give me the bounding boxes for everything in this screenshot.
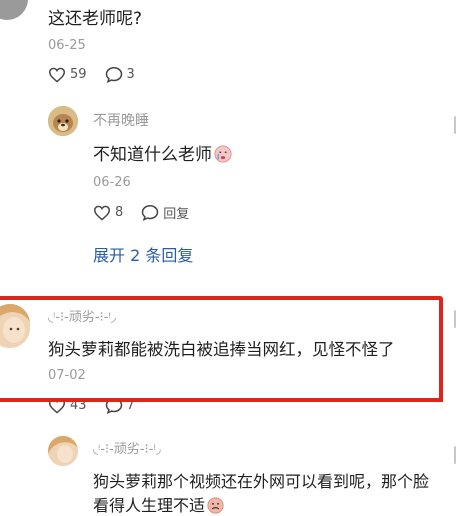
dog-face-icon: [48, 106, 78, 136]
avatar[interactable]: [48, 106, 78, 136]
avatar[interactable]: [48, 436, 78, 466]
like-count: 59: [70, 67, 87, 82]
reply-actions: 8 回复: [93, 203, 207, 222]
scrollbar-track[interactable]: [454, 310, 456, 328]
highlight-bottom-edge: [0, 398, 443, 402]
comment-username[interactable]: ◟ᵎ-⁝-顽劣-⁝-ᵎ◞: [48, 306, 116, 325]
comment-date: 06-25: [48, 38, 86, 53]
reply-text-content: 看得人生理不适: [93, 496, 206, 515]
expand-replies-link[interactable]: 展开 2 条回复: [93, 242, 193, 266]
reply-button[interactable]: 3: [105, 66, 135, 83]
comment-date: 07-02: [48, 368, 86, 383]
heart-icon: [48, 67, 66, 83]
scrollbar-track[interactable]: [454, 116, 456, 134]
reply-text-line-2: 看得人生理不适: [93, 492, 224, 516]
crying-face-icon: [214, 145, 232, 163]
heart-icon: [93, 205, 111, 221]
like-button[interactable]: 59: [48, 67, 87, 83]
comment-text: 这还老师呢?: [48, 9, 143, 29]
like-button[interactable]: 8: [93, 205, 123, 221]
sick-face-icon: [207, 497, 224, 514]
reply-date: 06-26: [93, 175, 131, 190]
reply-text-content: 不知道什么老师: [93, 145, 212, 165]
portrait-icon: [48, 436, 78, 466]
like-count: 8: [115, 205, 124, 220]
reply-text: 不知道什么老师: [93, 140, 232, 165]
reply-username[interactable]: ◟ᵎ-⁝-顽劣-⁝-ᵎ◞: [93, 438, 161, 457]
avatar[interactable]: [0, 0, 28, 20]
reply-label: 回复: [163, 207, 190, 222]
comment-text: 狗头萝莉都能被洗白被追捧当网红，见怪不怪了: [48, 340, 395, 359]
reply-username[interactable]: 不再晚睡: [93, 110, 149, 130]
reply-button[interactable]: 回复: [141, 203, 189, 222]
reply-count: 3: [126, 67, 135, 82]
scrollbar-track[interactable]: [454, 446, 456, 464]
comment-actions: 59 3: [48, 66, 153, 83]
speech-bubble-icon: [142, 204, 159, 221]
reply-text-line-1: 狗头萝莉那个视频还在外网可以看到呢，那个脸: [93, 472, 430, 491]
speech-bubble-icon: [105, 66, 122, 83]
